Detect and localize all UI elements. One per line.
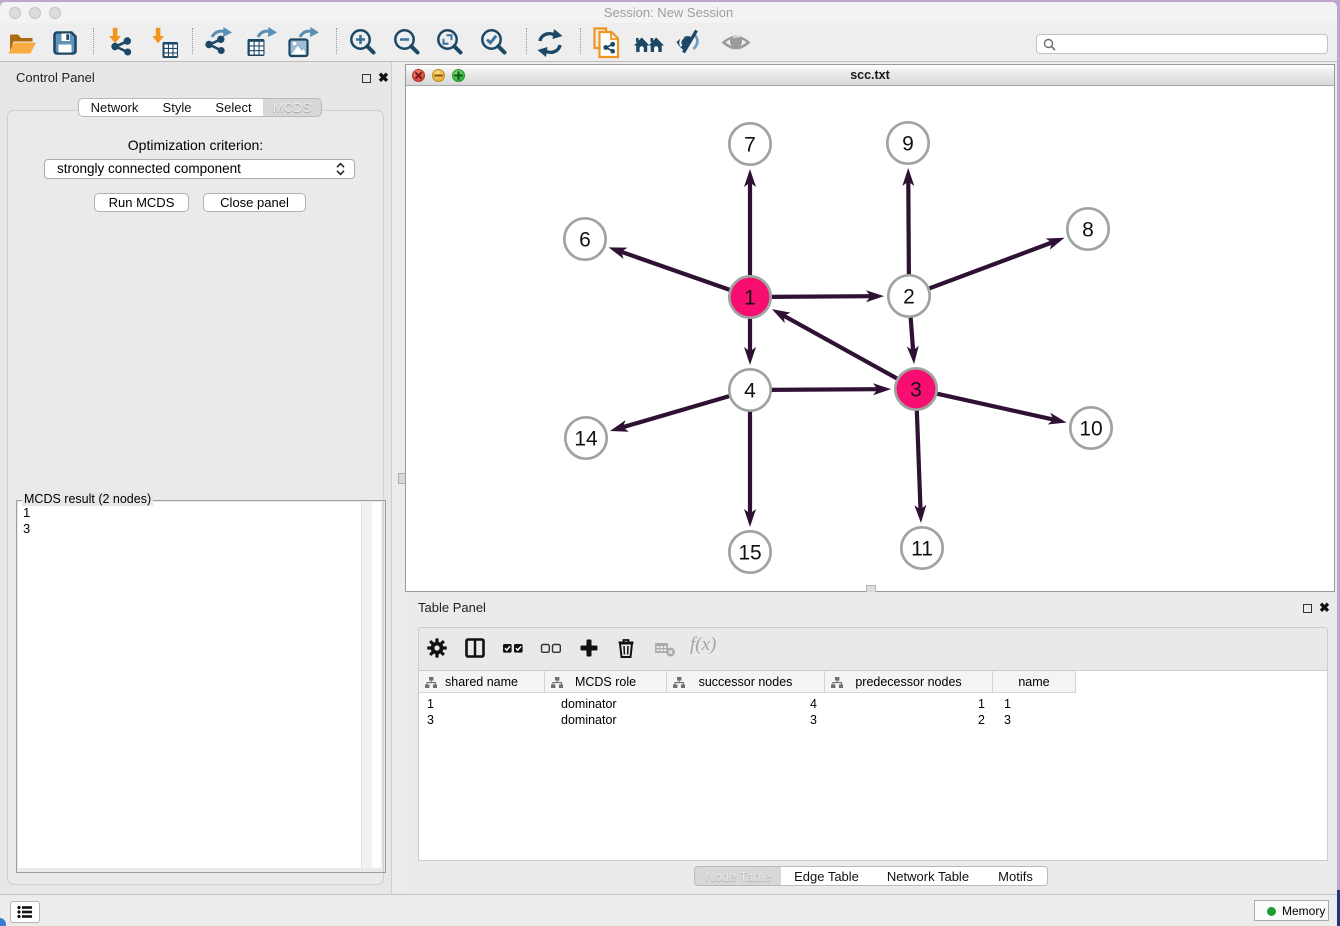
svg-text:15: 15: [738, 542, 761, 565]
svg-text:2: 2: [903, 286, 915, 309]
svg-text:4: 4: [744, 380, 756, 403]
svg-text:1: 1: [744, 287, 756, 310]
svg-text:8: 8: [1082, 219, 1094, 242]
svg-text:11: 11: [911, 538, 933, 561]
svg-text:10: 10: [1079, 418, 1102, 441]
svg-text:14: 14: [574, 428, 598, 451]
svg-text:7: 7: [744, 134, 756, 157]
svg-text:6: 6: [579, 229, 591, 252]
svg-text:9: 9: [902, 133, 914, 156]
svg-text:3: 3: [910, 379, 922, 402]
